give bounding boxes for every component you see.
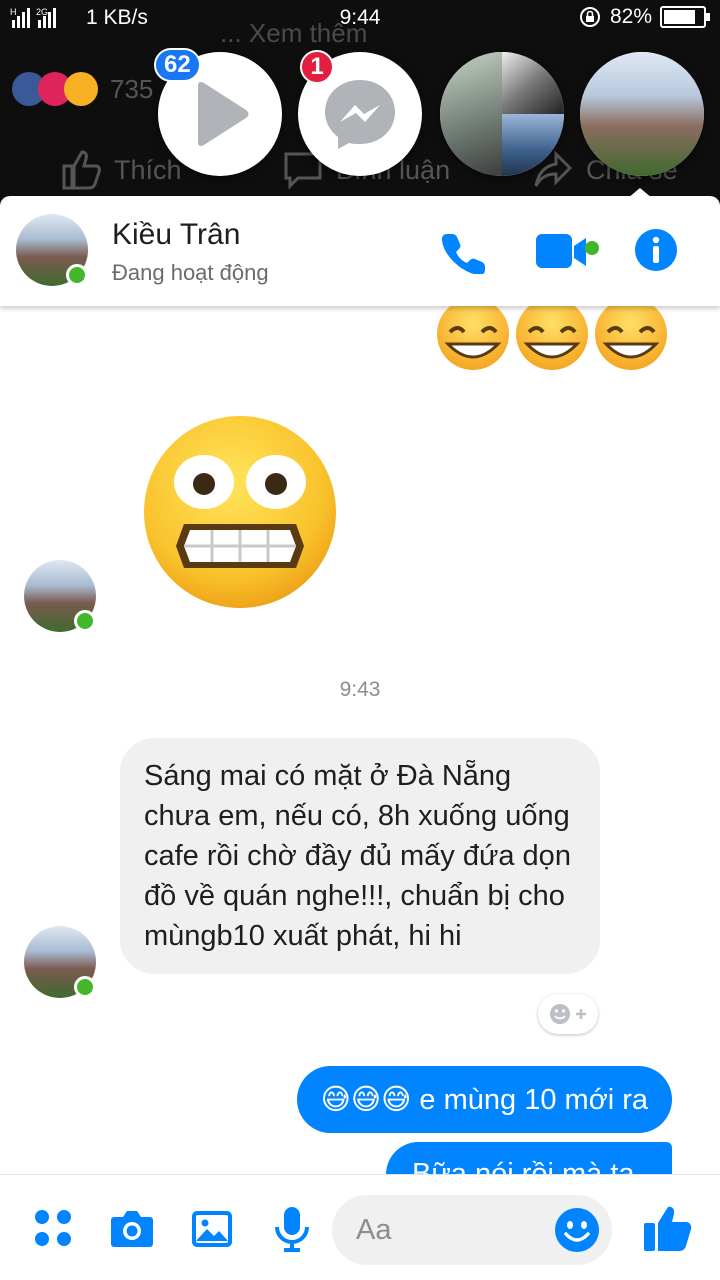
like-label: Thích [114,154,182,185]
grin-emoji [437,306,509,370]
grin-emoji [516,306,588,370]
background-like-action: Thích [60,150,182,190]
camera-icon[interactable] [108,1205,156,1253]
active-head-pointer [628,188,652,198]
like-icon [62,150,101,190]
contact-status: Đang hoạt động [112,260,269,285]
group-chat-head[interactable] [440,52,564,176]
rotation-lock-icon [579,7,600,27]
message-input[interactable] [356,1209,556,1251]
group-photo-part-3 [502,114,564,176]
status-bar: H 2G 1 KB/s 9:44 82% [0,0,720,36]
group-photo-part-2 [502,52,564,114]
apps-icon[interactable] [30,1205,78,1253]
message-input-box[interactable] [332,1195,612,1265]
status-right: 82% [578,5,710,29]
video-camera-icon[interactable] [536,232,600,272]
battery-percent: 82% [609,5,652,28]
online-indicator [66,264,88,286]
online-indicator [74,610,96,632]
phone-icon[interactable] [442,230,486,274]
message-list[interactable]: 9:43 Sáng mai có mặt ở Đà Nẵng chưa em, … [0,306,720,1174]
video-head-badge: 62 [154,48,201,82]
outgoing-message-bubble[interactable]: Bữa nói rồi mà ta [386,1142,672,1174]
reaction-count: 735 [110,73,154,104]
timestamp-separator: 9:43 [339,678,381,701]
contact-chat-head[interactable] [580,52,704,176]
add-reaction-button[interactable] [538,994,598,1034]
outgoing-message-text: e mùng 10 mới ra [411,1084,648,1116]
outgoing-message-bubble[interactable]: 😅😅😅 e mùng 10 mới ra [296,1066,672,1133]
composer-bar [0,1174,720,1280]
thumbs-up-icon[interactable] [640,1201,694,1255]
grimace-emoji-sticker[interactable] [140,412,340,612]
battery-icon [660,6,710,28]
haha-reaction-icon [64,72,98,106]
online-indicator [74,976,96,998]
gallery-icon[interactable] [188,1205,236,1253]
incoming-message-bubble[interactable]: Sáng mai có mặt ở Đà Nẵng chưa em, nếu c… [120,738,600,974]
contact-name[interactable]: Kiều Trân [112,218,240,252]
outgoing-message-text: Bữa nói rồi mà ta [412,1158,635,1174]
info-icon[interactable] [634,228,678,272]
group-photo-part-1 [440,52,502,176]
contact-head-photo [580,52,704,176]
grin-emoji-row [437,306,667,370]
smiley-icon[interactable] [554,1207,600,1253]
microphone-icon[interactable] [268,1205,316,1253]
grin-emoji [595,306,667,370]
sweat-smile-emoji: 😅😅😅 [320,1084,412,1116]
messenger-head-badge: 1 [300,50,334,84]
add-reaction-icon [550,1004,586,1024]
conversation-header: Kiều Trân Đang hoạt động [0,196,720,306]
